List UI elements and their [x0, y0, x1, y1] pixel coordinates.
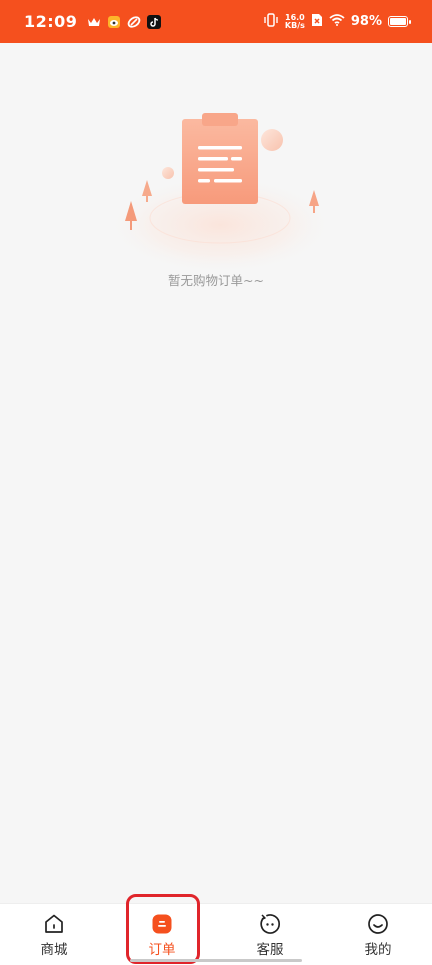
tiktok-icon — [147, 14, 162, 29]
notification-icons — [87, 14, 162, 29]
weibo-icon — [107, 15, 121, 29]
profile-icon — [368, 914, 388, 934]
crown-icon — [87, 15, 101, 29]
tab-service-label: 客服 — [256, 942, 284, 958]
annotation-highlight-box — [126, 894, 200, 964]
tab-service[interactable]: 客服 — [216, 904, 324, 965]
no-sim-icon — [311, 13, 323, 31]
link-icon — [127, 15, 141, 29]
empty-message: 暂无购物订单~~ — [168, 273, 264, 288]
home-icon — [45, 914, 63, 933]
wifi-icon — [329, 13, 345, 30]
service-icon — [260, 914, 281, 934]
tab-mall-label: 商城 — [40, 942, 68, 958]
battery-percent: 98% — [350, 14, 382, 29]
vibrate-icon — [263, 12, 279, 31]
status-time: 12:09 — [24, 12, 78, 31]
status-right: 16.0 KB/s 98% — [263, 12, 411, 31]
tab-profile[interactable]: 我的 — [324, 904, 432, 965]
status-bar: 12:09 16.0 KB/s 98% — [0, 0, 432, 43]
tab-mall[interactable]: 商城 — [0, 904, 108, 965]
tab-profile-label: 我的 — [364, 942, 392, 958]
battery-icon — [388, 16, 411, 27]
network-speed: 16.0 KB/s — [284, 13, 305, 30]
network-speed-unit: KB/s — [284, 20, 305, 30]
home-indicator — [130, 959, 302, 962]
bottom-tab-bar: 商城 订单 客服 我的 — [0, 903, 432, 965]
